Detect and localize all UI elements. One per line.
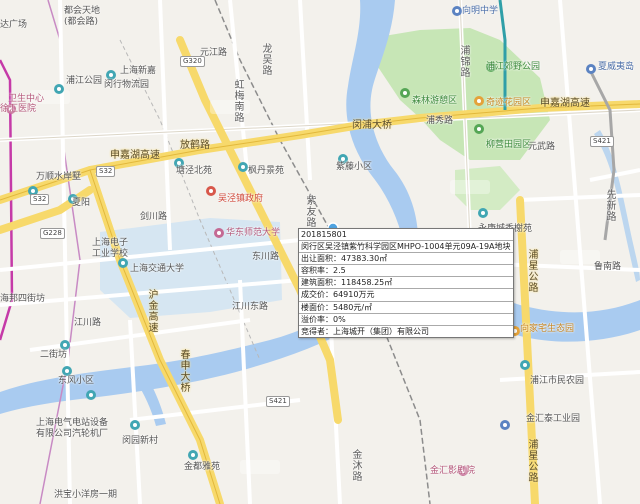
place-label: 二街坊: [40, 350, 68, 360]
place-label: 东风小区: [58, 376, 95, 386]
place-label: 达广场: [0, 20, 28, 30]
road-label: 闵浦大桥: [352, 120, 392, 131]
place-label: 森林游憩区: [412, 96, 458, 106]
parcel-name: 闵行区吴泾镇紫竹科学园区MHPO-1004单元09A-19A地块: [299, 240, 513, 252]
road-label: 江川路: [74, 318, 102, 328]
road-label: 申嘉湖高速: [540, 98, 590, 109]
place-label: 奇迹花园区: [486, 98, 532, 108]
place-label: 华东师范大学: [226, 228, 281, 238]
place-label: 浦江郊野公园: [486, 62, 541, 72]
road-label-vertical: 金沐路: [352, 450, 363, 483]
road-label: 元武路: [528, 142, 556, 152]
parcel-building-area: 建筑面积：118458.25㎡: [299, 276, 513, 288]
poi-marker[interactable]: [520, 360, 530, 370]
road-label-vertical: 浦星公路: [528, 250, 539, 294]
place-label: 洪宝小洋房一期: [54, 490, 118, 500]
place-label: 闵行物流园: [104, 80, 150, 90]
road-label-vertical: 先新路: [606, 190, 617, 223]
poi-marker[interactable]: [474, 124, 484, 134]
place-label: 海邦四街坊: [0, 294, 46, 304]
place-label: 有限公司汽轮机厂: [36, 429, 109, 439]
road-label-vertical: 春申大桥: [180, 350, 191, 394]
road-label: 放鹤路: [180, 140, 210, 151]
place-label: 徐汇医院: [0, 104, 37, 114]
road-label: 剑川路: [140, 212, 168, 222]
parcel-info-popup[interactable]: 201815801 闵行区吴泾镇紫竹科学园区MHPO-1004单元09A-19A…: [298, 228, 514, 338]
place-label: 夏阳: [72, 198, 91, 208]
poi-marker[interactable]: [474, 96, 484, 106]
place-label: 向明中学: [462, 6, 499, 16]
poi-marker[interactable]: [400, 88, 410, 98]
poi-marker[interactable]: [60, 340, 70, 350]
poi-marker[interactable]: [54, 84, 64, 94]
road-label-vertical: 虹梅南路: [234, 80, 245, 124]
highway-shield: S32: [96, 166, 116, 177]
poi-marker[interactable]: [586, 64, 596, 74]
road-label: 浦秀路: [426, 116, 454, 126]
parcel-floor-price: 楼面价：5480元/㎡: [299, 300, 513, 313]
place-label: 塘泾北苑: [176, 166, 213, 176]
poi-marker[interactable]: [130, 420, 140, 430]
highway-shield: S421: [266, 396, 290, 407]
parcel-area: 出让面积：47383.30㎡: [299, 252, 513, 264]
road-label-vertical: 沪金高速: [148, 290, 159, 334]
poi-marker[interactable]: [86, 390, 96, 400]
parcel-winner: 竞得者：上海城开（集团）有限公司: [299, 324, 513, 337]
road-label-vertical: 浦星公路: [528, 440, 539, 484]
map-view[interactable]: 都会天地 (都会路) 达广场 上海新嘉 闵行物流园 浦江公园 卫生中心 徐汇医院…: [0, 0, 640, 504]
poi-marker[interactable]: [500, 420, 510, 430]
place-label: 上海新嘉: [120, 66, 157, 76]
road-label-vertical: 浦锦路: [460, 46, 471, 79]
place-label: 都会天地: [64, 6, 101, 16]
poi-marker[interactable]: [478, 208, 488, 218]
place-label: 柳营田园区: [486, 140, 532, 150]
place-label: 紫藤小区: [336, 162, 373, 172]
poi-marker[interactable]: [206, 186, 216, 196]
highway-shield: S421: [590, 136, 614, 147]
place-label: 金汇影剧院: [430, 466, 476, 476]
road-label: 江川东路: [232, 302, 269, 312]
parcel-deal-price: 成交价：64910万元: [299, 288, 513, 300]
poi-marker[interactable]: [452, 6, 462, 16]
place-label: 金汇泰工业园: [526, 414, 581, 424]
highway-shield: G320: [180, 56, 205, 67]
place-label: (都会路): [64, 17, 99, 27]
road-label-vertical: 龙吴路: [262, 44, 273, 77]
place-label: 枫丹景苑: [248, 166, 285, 176]
poi-marker[interactable]: [188, 450, 198, 460]
highway-shield: G228: [40, 228, 65, 239]
poi-marker[interactable]: [214, 228, 224, 238]
poi-marker[interactable]: [106, 70, 116, 80]
road-label: 申嘉湖高速: [110, 150, 160, 161]
place-label: 上海电子: [92, 238, 129, 248]
place-label: 工业学校: [92, 249, 129, 259]
parcel-code: 201815801: [301, 230, 347, 239]
poi-marker[interactable]: [62, 366, 72, 376]
poi-marker[interactable]: [238, 162, 248, 172]
highway-shield: S32: [30, 194, 50, 205]
place-label: 上海交通大学: [130, 264, 185, 274]
place-label: 向家宅生态园: [520, 324, 575, 334]
place-label: 浦江公园: [66, 76, 103, 86]
road-label: 东川路: [252, 252, 280, 262]
parcel-premium-rate: 溢价率：0%: [299, 312, 513, 325]
place-label: 吴泾镇政府: [218, 194, 264, 204]
place-label: 浦江市民农园: [530, 376, 585, 386]
place-label: 上海电气电站设备: [36, 418, 109, 428]
place-label: 夏威夷岛: [598, 62, 635, 72]
place-label: 闵园新村: [122, 436, 159, 446]
road-label: 鲁南路: [594, 262, 622, 272]
place-label: 金都雅苑: [184, 462, 221, 472]
place-label: 万顺水岸墅: [36, 172, 82, 182]
parcel-plot-ratio: 容积率：2.5: [299, 264, 513, 276]
